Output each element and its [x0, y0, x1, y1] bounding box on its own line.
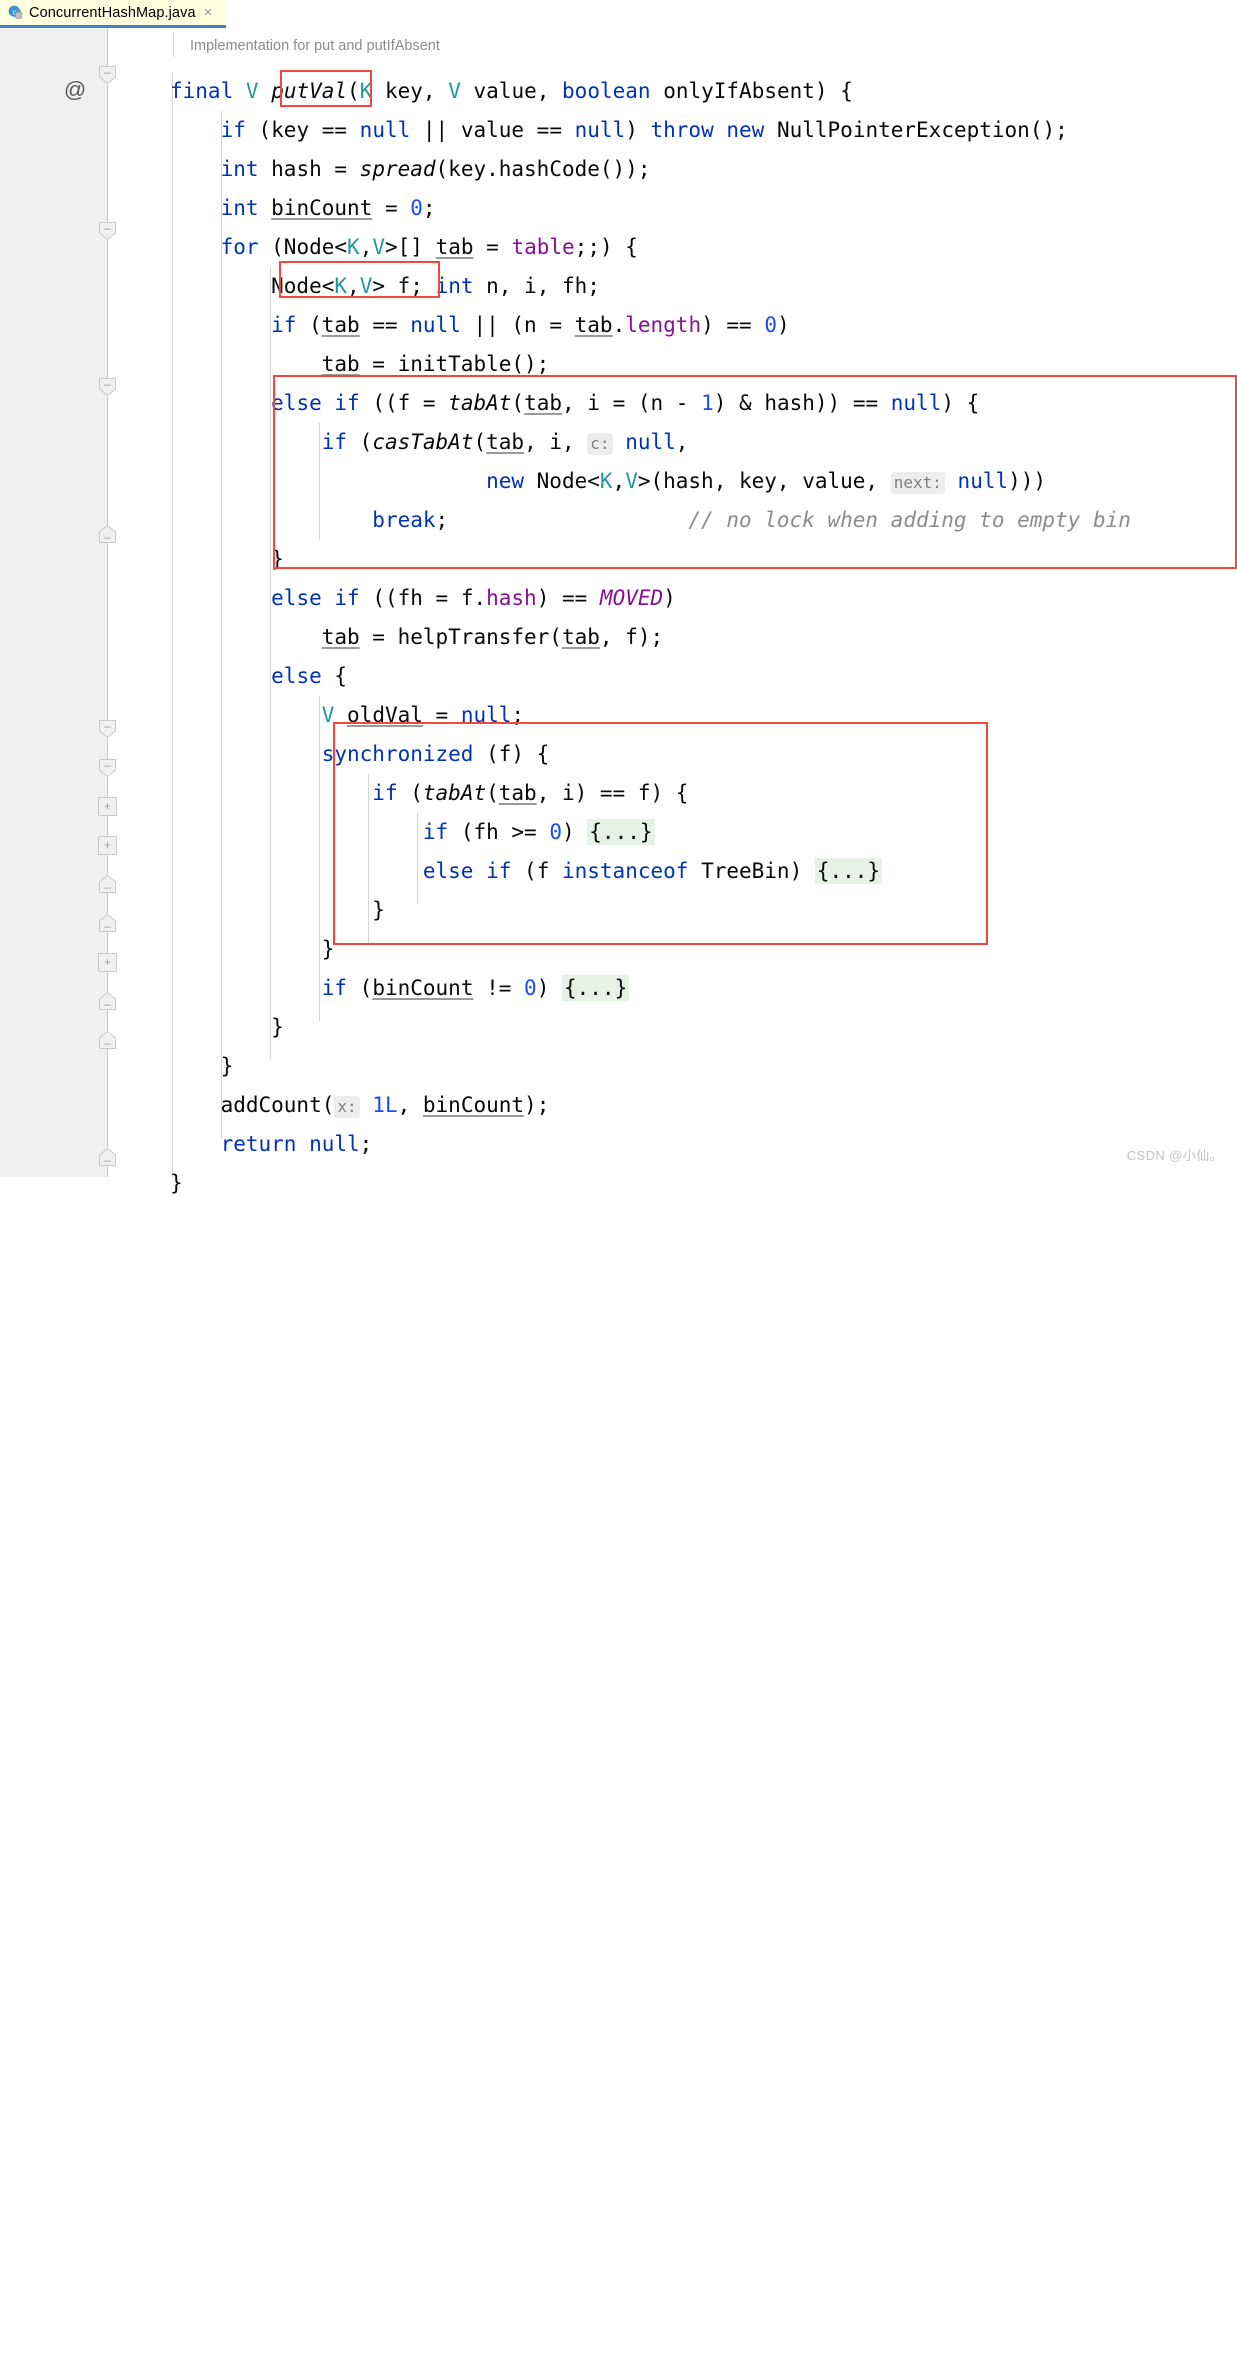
code-line: else if (f instanceof TreeBin) {...} [422, 858, 883, 884]
editor-tab-concurrenthashmap[interactable]: c ConcurrentHashMap.java × [0, 0, 226, 25]
code-line: if (tab == null || (n = tab.length) == 0… [271, 313, 790, 337]
folded-code-placeholder[interactable]: {...} [587, 819, 655, 845]
code-line: final V putVal(K key, V value, boolean o… [170, 79, 853, 103]
code-line: int binCount = 0; [220, 196, 436, 220]
watermark: CSDN @小仙。 [1126, 1148, 1223, 1163]
code-line: if (fh >= 0) {...} [422, 819, 655, 845]
code-line: tab = helpTransfer(tab, f); [321, 625, 664, 649]
parameter-hint-c: c: [587, 433, 613, 455]
code-line: } [170, 1171, 183, 1195]
code-line: else if ((fh = f.hash) == MOVED) [271, 586, 676, 610]
parameter-hint-next: next: [890, 472, 945, 494]
breadcrumb[interactable]: Implementation for put and putIfAbsent [190, 38, 440, 54]
code-line: return null; [220, 1132, 373, 1156]
code-line: int hash = spread(key.hashCode()); [220, 157, 651, 181]
code-line: } [170, 547, 284, 571]
editor-tab-label: ConcurrentHashMap.java [29, 4, 196, 21]
code-line: if (casTabAt(tab, i, c: null, [321, 430, 689, 455]
code-line: } [170, 1054, 234, 1078]
code-content[interactable]: final V putVal(K key, V value, boolean o… [0, 72, 1237, 2354]
editor-tab-strip: c ConcurrentHashMap.java × [0, 0, 1237, 28]
code-line: Node<K,V> f; int n, i, fh; [170, 274, 600, 298]
close-icon[interactable]: × [204, 5, 213, 20]
folded-code-placeholder[interactable]: {...} [562, 975, 630, 1001]
code-line: break; // no lock when adding to empty b… [372, 508, 1131, 532]
code-line: else if ((f = tabAt(tab, i = (n - 1) & h… [271, 391, 980, 415]
code-line: for (Node<K,V>[] tab = table;;) { [220, 235, 638, 259]
parameter-hint-x: x: [334, 1096, 360, 1118]
code-line: synchronized (f) { [321, 742, 550, 766]
folded-code-placeholder[interactable]: {...} [814, 858, 883, 884]
breadcrumb-divider [173, 33, 174, 57]
code-line: } [170, 1015, 284, 1039]
code-line: tab = initTable(); [321, 352, 550, 376]
code-line: addCount(x: 1L, binCount); [170, 1093, 550, 1118]
code-line: } [170, 898, 385, 922]
code-line: if (tabAt(tab, i) == f) { [372, 781, 689, 805]
java-class-icon: c [8, 5, 23, 20]
code-editor[interactable]: @ – – – – – – + + – – + – – – Implementation for put … [0, 28, 1237, 1195]
inline-comment: // no lock when adding to empty bin [688, 508, 1131, 532]
code-line: if (binCount != 0) {...} [321, 975, 630, 1001]
code-line: if (key == null || value == null) throw … [220, 118, 1068, 142]
code-line: } [170, 937, 335, 961]
code-line: new Node<K,V>(hash, key, value, next: nu… [486, 469, 1047, 494]
code-line: else { [271, 664, 348, 688]
code-line: V oldVal = null; [321, 703, 525, 727]
